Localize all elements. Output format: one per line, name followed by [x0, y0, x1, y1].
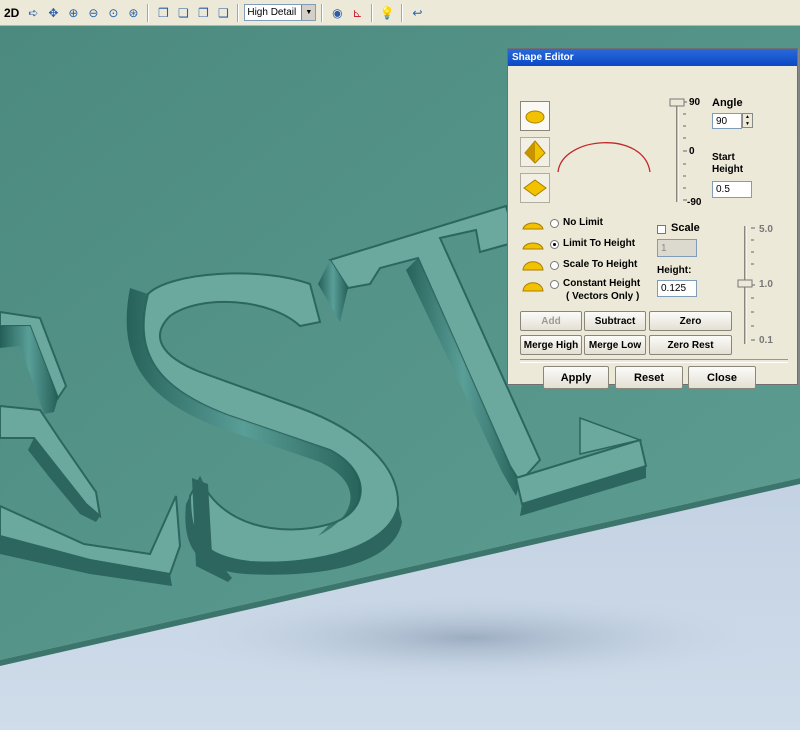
scale-checkbox[interactable]	[657, 225, 666, 234]
pointer-icon[interactable]: ➪	[24, 4, 42, 22]
pyramid-profile-button[interactable]	[520, 137, 550, 167]
dome-icon	[522, 261, 544, 271]
round-shape-icon	[525, 110, 545, 124]
flat-profile-button[interactable]	[520, 173, 550, 203]
subtract-button[interactable]: Subtract	[584, 311, 646, 331]
cube-iso-icon[interactable]: ❒	[154, 4, 172, 22]
dome-icon	[522, 242, 544, 250]
zoom-fit-icon[interactable]: ⊛	[124, 4, 142, 22]
angle-spinner[interactable]: ▲ ▼	[742, 113, 753, 128]
height-slider-max-label: 5.0	[759, 224, 773, 235]
angle-label: Angle	[712, 97, 743, 109]
angle-min-label: -90	[687, 197, 702, 208]
add-button[interactable]: Add	[520, 311, 582, 331]
dome-icon	[522, 282, 544, 292]
constant-height-label: Constant Height	[563, 278, 641, 289]
vectors-only-label: ( Vectors Only )	[566, 291, 640, 302]
axes-icon[interactable]: ⊾	[348, 4, 366, 22]
height-slider-mid-label: 1.0	[759, 279, 773, 290]
shape-editor-dialog: Shape Editor 90 0 -90 Angle 90 ▲ ▼ Start…	[507, 48, 798, 389]
toolbar-separator	[401, 3, 404, 22]
zero-button[interactable]: Zero	[649, 311, 732, 331]
dropdown-arrow-icon[interactable]: ▼	[301, 5, 316, 20]
cube-top-icon[interactable]: ❑	[214, 4, 232, 22]
flat-shape-icon	[523, 179, 547, 197]
main-toolbar: 2D ➪ ✥ ⊕ ⊖ ⊙ ⊛ ❒ ❏ ❐ ❑ High Detail ▼ ◉ ⊾…	[0, 0, 800, 26]
angle-max-label: 90	[689, 97, 701, 108]
start-height-label-line2: Height	[712, 164, 744, 175]
toolbar-separator	[237, 3, 240, 22]
start-height-label-line1: Start	[712, 152, 735, 163]
cube-side-icon[interactable]: ❐	[194, 4, 212, 22]
limit-to-height-radio[interactable]	[550, 240, 559, 249]
no-limit-label: No Limit	[563, 217, 603, 228]
dialog-title[interactable]: Shape Editor	[508, 49, 797, 66]
pyramid-shape-icon	[524, 140, 546, 164]
render-icon[interactable]: ↩	[408, 4, 426, 22]
zoom-window-icon[interactable]: ⊙	[104, 4, 122, 22]
no-limit-radio[interactable]	[550, 219, 559, 228]
apply-button[interactable]: Apply	[543, 366, 609, 389]
toolbar-separator	[321, 3, 324, 22]
cube-front-icon[interactable]: ❏	[174, 4, 192, 22]
height-slider-thumb	[737, 279, 753, 288]
angle-mid-label: 0	[689, 146, 695, 157]
merge-high-button[interactable]: Merge High	[520, 335, 582, 355]
height-slider-min-label: 0.1	[759, 335, 773, 346]
scale-input[interactable]: 1	[657, 239, 697, 257]
toolbar-separator	[371, 3, 374, 22]
start-height-input[interactable]: 0.5	[712, 181, 752, 198]
profile-preview	[557, 142, 651, 173]
round-profile-button[interactable]	[520, 101, 550, 131]
detail-level-value: High Detail	[247, 7, 297, 18]
scale-label: Scale	[671, 222, 700, 234]
height-slider[interactable]	[736, 222, 760, 348]
dome-icon	[522, 222, 544, 230]
constant-height-radio[interactable]	[550, 280, 559, 289]
angle-slider-thumb	[669, 98, 685, 107]
light-bulb-icon[interactable]: 💡	[378, 4, 396, 22]
reset-button[interactable]: Reset	[615, 366, 683, 389]
dialog-body: 90 0 -90 Angle 90 ▲ ▼ Start Height 0.5 No…	[508, 66, 797, 389]
zoom-in-icon[interactable]: ⊕	[64, 4, 82, 22]
detail-level-select[interactable]: High Detail ▼	[244, 4, 317, 21]
zero-rest-button[interactable]: Zero Rest	[649, 335, 732, 355]
angle-input[interactable]: 90	[712, 113, 742, 129]
shaded-view-icon[interactable]: ◉	[328, 4, 346, 22]
toolbar-separator	[147, 3, 150, 22]
merge-low-button[interactable]: Merge Low	[584, 335, 646, 355]
close-button[interactable]: Close	[688, 366, 756, 389]
height-input[interactable]: 0.125	[657, 280, 697, 297]
pan-icon[interactable]: ✥	[44, 4, 62, 22]
height-label: Height:	[657, 265, 692, 276]
limit-to-height-label: Limit To Height	[563, 238, 636, 249]
scale-to-height-label: Scale To Height	[563, 259, 638, 270]
scale-to-height-radio[interactable]	[550, 261, 559, 270]
mode-2d-label[interactable]: 2D	[4, 6, 19, 20]
zoom-out-icon[interactable]: ⊖	[84, 4, 102, 22]
dialog-divider	[520, 359, 788, 363]
